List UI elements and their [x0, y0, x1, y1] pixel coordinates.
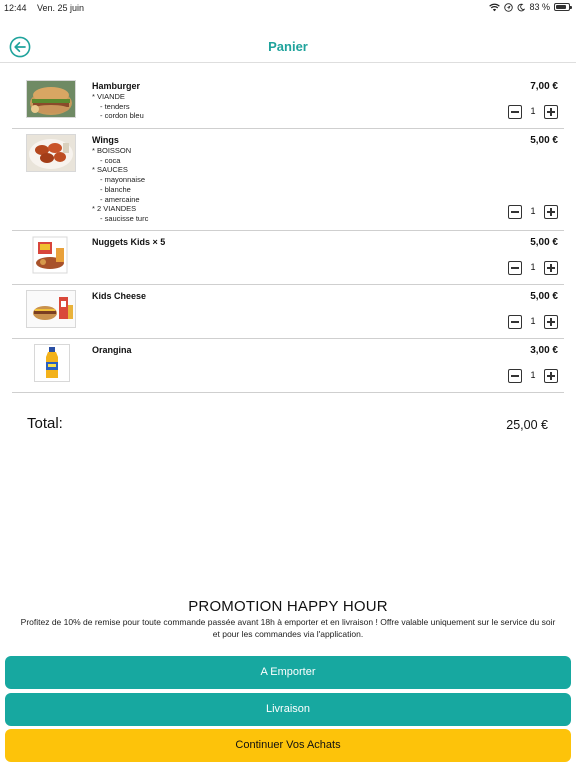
wings-image	[27, 135, 75, 171]
battery-fill	[556, 5, 566, 9]
item-name: Wings	[92, 135, 119, 145]
quantity-stepper: 1	[508, 369, 558, 385]
takeaway-button[interactable]: A Emporter	[5, 656, 571, 689]
quantity-stepper: 1	[508, 315, 558, 331]
item-price: 5,00 €	[530, 291, 558, 302]
decrease-quantity-button[interactable]	[508, 315, 522, 329]
increase-quantity-button[interactable]	[544, 315, 558, 329]
continue-shopping-button[interactable]: Continuer Vos Achats	[5, 729, 571, 762]
delivery-button[interactable]: Livraison	[5, 693, 571, 726]
total-value: 25,00 €	[506, 418, 548, 432]
quantity-value: 1	[530, 370, 536, 380]
moon-icon	[518, 3, 526, 11]
status-bar: 12:44 Ven. 25 juin 83 %	[0, 0, 576, 16]
product-image-nuggets	[26, 236, 76, 274]
increase-quantity-button[interactable]	[544, 369, 558, 383]
navigation-bar: Panier	[0, 16, 576, 63]
item-options: * BOISSON - coca * SAUCES - mayonnaise -…	[92, 146, 148, 224]
promo-text: Profitez de 10% de remise pour toute com…	[20, 617, 556, 639]
option-line: - coca	[100, 155, 121, 165]
product-image-orangina	[34, 344, 70, 382]
increase-quantity-button[interactable]	[544, 205, 558, 219]
product-image-wings	[26, 134, 76, 172]
total-label: Total:	[27, 415, 63, 432]
hamburger-image	[27, 81, 75, 117]
decrease-quantity-button[interactable]	[508, 261, 522, 275]
wifi-icon	[489, 3, 501, 11]
option-line: - cordon bleu	[100, 111, 144, 121]
quantity-stepper: 1	[508, 205, 558, 221]
item-name: Hamburger	[92, 81, 141, 91]
status-time: 12:44	[4, 3, 27, 13]
option-line: - mayonnaise	[100, 175, 146, 185]
promo-title: PROMOTION HAPPY HOUR	[188, 598, 388, 615]
option-line: - amercaine	[100, 194, 140, 204]
battery-icon	[554, 3, 572, 11]
decrease-quantity-button[interactable]	[508, 205, 522, 219]
option-line: - saucisse turc	[100, 213, 149, 223]
product-image-kids-cheese	[26, 290, 76, 328]
location-icon	[504, 2, 514, 12]
item-name: Orangina	[92, 345, 132, 355]
option-line: - blanche	[100, 184, 131, 194]
orangina-image	[35, 345, 69, 381]
battery-percent: 83 %	[529, 2, 550, 12]
quantity-value: 1	[530, 106, 536, 116]
increase-quantity-button[interactable]	[544, 261, 558, 275]
option-line: * BOISSON	[92, 146, 132, 155]
item-price: 5,00 €	[530, 135, 558, 146]
cart-item: Hamburger * VIANDE - tenders - cordon bl…	[12, 63, 564, 129]
quantity-value: 1	[530, 316, 536, 326]
status-date: Ven. 25 juin	[37, 3, 85, 13]
cart-item: Kids Cheese 5,00 € 1	[12, 285, 564, 339]
quantity-value: 1	[530, 206, 536, 216]
item-price: 7,00 €	[530, 81, 558, 92]
option-line: * VIANDE	[92, 92, 125, 101]
decrease-quantity-button[interactable]	[508, 105, 522, 119]
quantity-stepper: 1	[508, 105, 558, 121]
cart-item: Orangina 3,00 € 1	[12, 339, 564, 393]
item-options: * VIANDE - tenders - cordon bleu	[92, 92, 144, 121]
option-line: * SAUCES	[92, 165, 128, 175]
cart-item: Nuggets Kids × 5 5,00 € 1	[12, 231, 564, 285]
nuggets-image	[32, 236, 68, 274]
increase-quantity-button[interactable]	[544, 105, 558, 119]
item-price: 3,00 €	[530, 345, 558, 356]
item-name: Kids Cheese	[92, 291, 147, 301]
page-title: Panier	[268, 39, 308, 54]
quantity-stepper: 1	[508, 261, 558, 277]
decrease-quantity-button[interactable]	[508, 369, 522, 383]
option-line: * 2 VIANDES	[92, 204, 137, 214]
product-image-hamburger	[26, 80, 76, 118]
cart-item: Wings * BOISSON - coca * SAUCES - mayonn…	[12, 129, 564, 231]
quantity-value: 1	[530, 262, 536, 272]
item-name: Nuggets Kids × 5	[92, 237, 166, 247]
kids-cheese-image	[27, 291, 75, 327]
item-price: 5,00 €	[530, 237, 558, 248]
status-indicators: 83 %	[489, 2, 572, 12]
option-line: - tenders	[100, 101, 130, 111]
